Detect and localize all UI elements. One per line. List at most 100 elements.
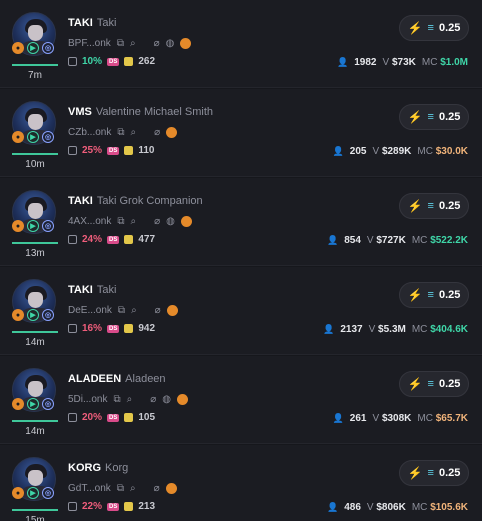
token-row[interactable]: ● ▶ ◎ 14m ALADEEN Aladeen 5Di...onk ⧉ ⌕ … [0, 356, 482, 444]
quick-buy-button[interactable]: ⚡ ≡ 0.25 [399, 371, 469, 397]
token-title: TAKI Taki Grok Companion [68, 195, 203, 207]
age-progress-bar [12, 64, 58, 66]
token-address: DeE...onk [68, 305, 112, 316]
pump-icon: ● [12, 398, 24, 410]
dev-percent: 16% [82, 323, 103, 334]
volume-value: $727K [376, 235, 406, 246]
person-icon: 👤 [332, 146, 344, 156]
pump-icon[interactable] [166, 127, 178, 138]
token-metrics: 25% DS 110 [68, 145, 155, 156]
token-meta: GdT...onk ⧉ ⌕ ⌀ [68, 483, 177, 494]
search-icon[interactable]: ⌕ [131, 305, 137, 316]
play-icon: ▶ [27, 487, 39, 499]
age-progress-bar [12, 153, 58, 155]
mc-label: MC [421, 57, 438, 68]
token-ticker[interactable]: TAKI [68, 284, 93, 296]
volume-value: $289K [381, 146, 412, 157]
pump-icon: ● [12, 309, 24, 321]
token-age: 14m [25, 337, 45, 348]
pump-icon[interactable] [176, 394, 188, 405]
search-icon[interactable]: ⌕ [131, 127, 137, 138]
token-row[interactable]: ● ▶ ◎ 14m TAKI Taki DeE...onk ⧉ ⌕ ⌀ 16% … [0, 267, 482, 355]
avatar-block: ● ▶ ◎ 15m [12, 457, 58, 521]
quick-buy-button[interactable]: ⚡ ≡ 0.25 [399, 193, 469, 219]
sol-icon: ≡ [427, 111, 434, 123]
token-ticker[interactable]: VMS [68, 106, 92, 118]
age-progress-bar [12, 242, 58, 244]
token-row[interactable]: ● ▶ ◎ 15m KORG Korg GdT...onk ⧉ ⌕ ⌀ 22% … [0, 445, 482, 521]
person-icon: 👤 [337, 57, 349, 67]
lightning-icon: ⚡ [407, 288, 423, 302]
quick-buy-button[interactable]: ⚡ ≡ 0.25 [399, 104, 469, 130]
search-icon[interactable]: ⌕ [130, 38, 136, 49]
link-icon[interactable]: ⌀ [154, 127, 160, 138]
pump-icon[interactable] [180, 216, 192, 227]
token-ticker[interactable]: ALADEEN [68, 373, 121, 385]
token-row[interactable]: ● ▶ ◎ 7m TAKI Taki BPF...onk ⧉ ⌕ ⌀ ◍ 10%… [0, 0, 482, 88]
chart-icon [68, 502, 77, 511]
lightning-icon: ⚡ [407, 377, 423, 391]
market-cap-value: $30.0K [435, 146, 468, 157]
shield-icon: ◎ [42, 309, 54, 321]
globe-icon[interactable]: ◍ [162, 394, 171, 405]
holders-icon [124, 413, 134, 422]
copy-icon[interactable]: ⧉ [113, 394, 120, 405]
copy-icon[interactable]: ⧉ [117, 38, 124, 49]
market-cap-value: $1.0M [440, 57, 468, 68]
token-row[interactable]: ● ▶ ◎ 10m VMS Valentine Michael Smith CZ… [0, 89, 482, 177]
token-ticker[interactable]: TAKI [68, 195, 93, 207]
pump-icon[interactable] [180, 38, 192, 49]
link-icon[interactable]: ⌀ [154, 38, 160, 49]
mc-label: MC [411, 324, 428, 335]
token-row[interactable]: ● ▶ ◎ 13m TAKI Taki Grok Companion 4AX..… [0, 178, 482, 266]
token-ticker[interactable]: KORG [68, 462, 101, 474]
globe-icon[interactable]: ◍ [166, 216, 175, 227]
link-icon[interactable]: ⌀ [154, 483, 160, 494]
quick-buy-button[interactable]: ⚡ ≡ 0.25 [399, 282, 469, 308]
token-ticker[interactable]: TAKI [68, 17, 93, 29]
holders-count: 105 [138, 412, 156, 423]
trader-count: 1982 [354, 57, 377, 68]
link-icon[interactable]: ⌀ [154, 216, 160, 227]
volume-value: $806K [376, 502, 406, 513]
token-address: 5Di...onk [68, 394, 108, 405]
globe-icon[interactable]: ◍ [166, 38, 175, 49]
link-icon[interactable]: ⌀ [155, 305, 161, 316]
pump-icon[interactable] [165, 483, 177, 494]
copy-icon[interactable]: ⧉ [118, 305, 125, 316]
search-icon[interactable]: ⌕ [127, 394, 133, 405]
token-meta: CZb...onk ⧉ ⌕ ⌀ [68, 127, 178, 138]
copy-icon[interactable]: ⧉ [117, 216, 124, 227]
copy-icon[interactable]: ⧉ [117, 483, 124, 494]
token-age: 10m [25, 159, 45, 170]
search-icon[interactable]: ⌕ [131, 216, 137, 227]
copy-icon[interactable]: ⧉ [117, 127, 124, 138]
ds-tag: DS [107, 57, 120, 66]
pump-icon[interactable] [166, 305, 178, 316]
buy-amount: 0.25 [438, 200, 461, 212]
volume-value: $308K [381, 413, 412, 424]
volume-label: V [372, 146, 380, 157]
token-age: 13m [25, 248, 45, 259]
token-name: Korg [105, 462, 129, 474]
token-name: Valentine Michael Smith [95, 106, 214, 118]
token-address: CZb...onk [68, 127, 112, 138]
chart-icon [68, 413, 77, 422]
quick-buy-button[interactable]: ⚡ ≡ 0.25 [399, 460, 469, 486]
dev-percent: 25% [82, 145, 103, 156]
sol-icon: ≡ [427, 22, 434, 34]
lightning-icon: ⚡ [407, 21, 423, 35]
volume-label: V [372, 413, 380, 424]
search-icon[interactable]: ⌕ [130, 483, 136, 494]
dev-percent: 24% [82, 234, 103, 245]
pump-icon: ● [12, 131, 24, 143]
quick-buy-button[interactable]: ⚡ ≡ 0.25 [399, 15, 469, 41]
sol-icon: ≡ [427, 289, 434, 301]
holders-icon [124, 146, 134, 155]
dev-percent: 20% [82, 412, 103, 423]
sol-icon: ≡ [427, 378, 434, 390]
chart-icon [68, 57, 77, 66]
link-icon[interactable]: ⌀ [150, 394, 156, 405]
trader-count: 261 [349, 413, 367, 424]
buy-amount: 0.25 [438, 111, 461, 123]
